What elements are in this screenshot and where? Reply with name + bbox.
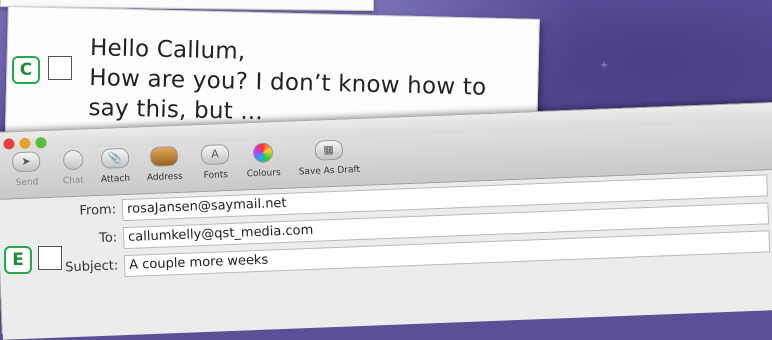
colours-label: Colours (246, 168, 281, 180)
save-as-draft-button[interactable]: ▦ Save As Draft (298, 139, 361, 178)
zoom-button[interactable] (35, 136, 47, 149)
colours-button[interactable]: Colours (246, 142, 281, 179)
fonts-button[interactable]: A Fonts (200, 144, 230, 181)
save-as-draft-label: Save As Draft (298, 164, 361, 178)
send-button[interactable]: ➤ Send (11, 151, 41, 189)
option-c-checkbox[interactable] (48, 56, 72, 80)
chat-button[interactable]: Chat (62, 149, 85, 187)
minimize-button[interactable] (19, 137, 31, 150)
colour-wheel-icon (252, 142, 274, 164)
address-button[interactable]: Address (146, 145, 183, 184)
address-book-icon (149, 145, 179, 168)
address-label: Address (146, 171, 183, 184)
chat-label: Chat (62, 175, 85, 187)
chat-bubble-icon (62, 149, 84, 171)
header-fields: From: rosaJansen@saymail.net To: callumk… (0, 169, 772, 340)
to-label: To: (98, 230, 118, 247)
paper-plane-icon: ➤ (11, 151, 41, 173)
mail-compose-window: ➤ Send Chat 📎 Attach Address A Fonts Col… (0, 101, 772, 340)
close-button[interactable] (3, 138, 15, 150)
send-label: Send (15, 177, 39, 189)
option-e-label: E (4, 246, 32, 274)
fonts-label: Fonts (203, 170, 229, 181)
from-label: From: (79, 202, 117, 219)
option-c-label: C (12, 56, 40, 84)
font-icon: A (200, 144, 230, 166)
option-e-checkbox[interactable] (38, 246, 62, 270)
draft-icon: ▦ (314, 139, 343, 161)
paperclip-icon: 📎 (100, 147, 130, 169)
attach-label: Attach (100, 173, 131, 185)
subject-label: Subject: (64, 258, 119, 276)
attach-button[interactable]: 📎 Attach (100, 147, 131, 185)
sparkle-icon: + (600, 60, 609, 71)
